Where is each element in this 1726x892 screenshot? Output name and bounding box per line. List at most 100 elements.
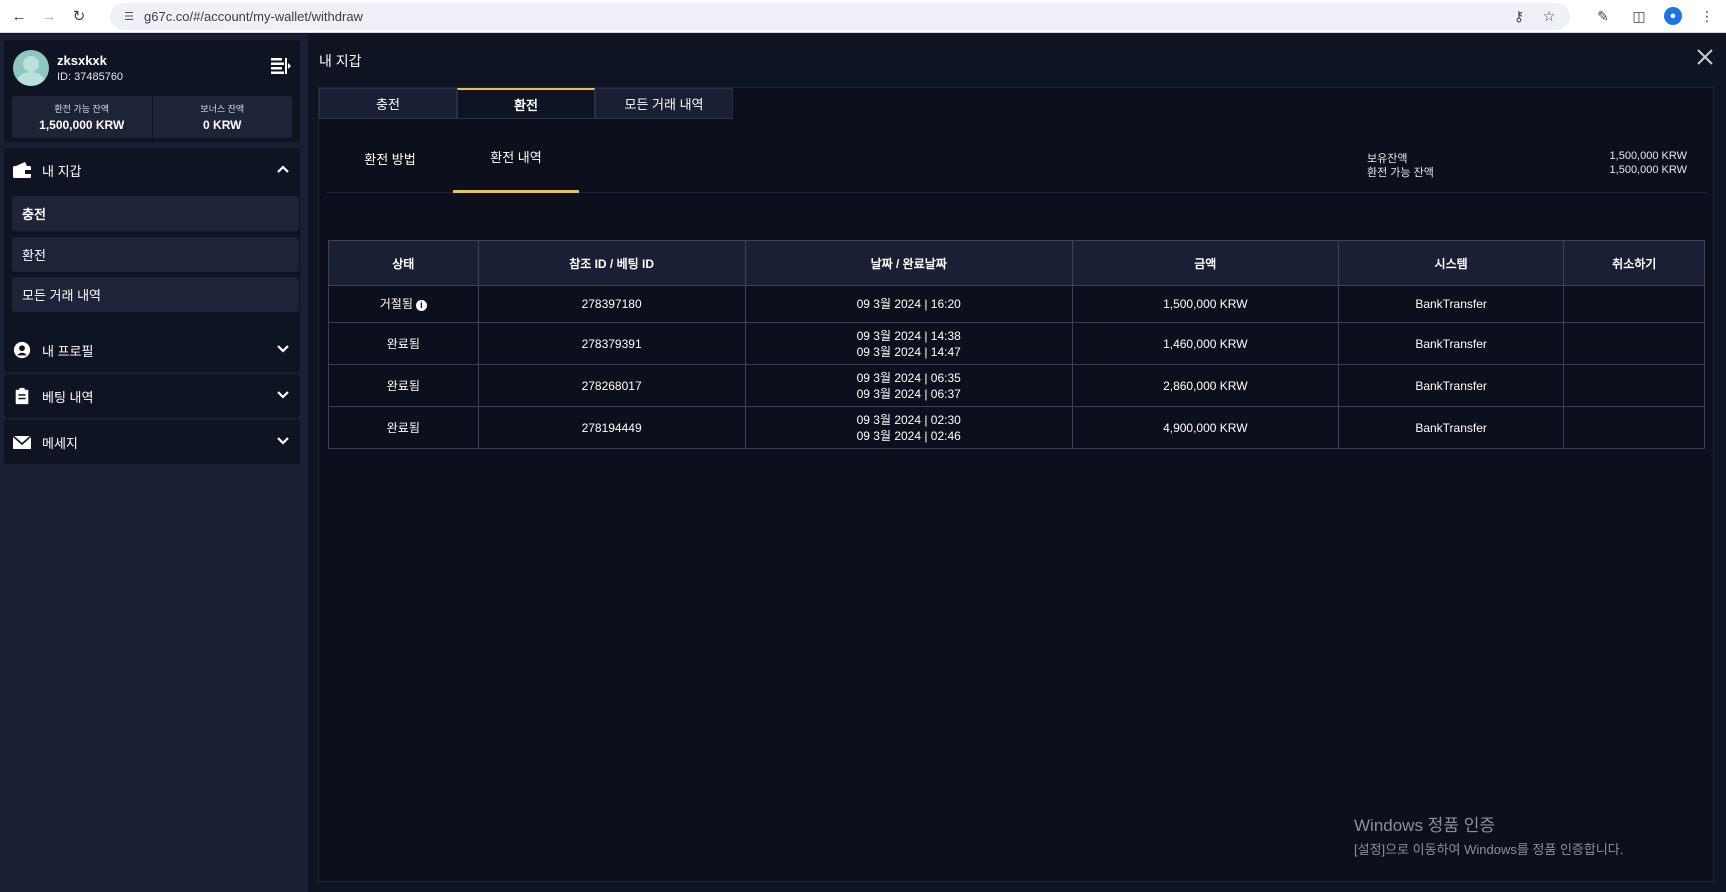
menu-messages-label: 메세지: [42, 435, 78, 451]
chevron-down-icon[interactable]: [276, 342, 290, 356]
reference-id-cell: 278194449: [477, 406, 746, 449]
amount-cell: 4,900,000 KRW: [1071, 406, 1339, 449]
chevron-up-icon[interactable]: [276, 162, 290, 176]
menu-messages-header[interactable]: 메세지: [4, 420, 300, 464]
request-date: 09 3월 2024 | 14:38: [856, 328, 961, 343]
user-id: ID: 37485760: [57, 71, 124, 83]
info-icon[interactable]: i: [415, 300, 427, 311]
tab-deposit[interactable]: 충전: [319, 88, 457, 119]
windows-activation-watermark: Windows 정품 인증 [설정]으로 이동하여 Windows를 정품 인증…: [1354, 811, 1623, 858]
menu-betting-label: 베팅 내역: [42, 389, 94, 405]
username: zksxkxk: [57, 53, 107, 68]
held-balance-value: 1,500,000 KRW: [1609, 150, 1687, 162]
held-balance-row: 보유잔액 1,500,000 KRW: [1367, 150, 1687, 165]
browser-toolbar: ← → ↻ ☰ g67c.co/#/account/my-wallet/with…: [0, 0, 1726, 33]
col-cancel: 취소하기: [1563, 240, 1705, 286]
withdraw-history-table: 상태 참조 ID / 베팅 ID 날짜 / 완료날짜 금액 시스템 취소하기 거…: [328, 240, 1705, 449]
clipboard-icon: [15, 387, 29, 405]
extensions-icon[interactable]: ✎: [1592, 5, 1614, 27]
withdrawable-balance-label: 환전 가능 잔액: [54, 104, 110, 114]
side-panel-icon[interactable]: ◫: [1628, 5, 1650, 27]
system-cell: BankTransfer: [1337, 364, 1565, 407]
forward-icon[interactable]: →: [38, 5, 60, 27]
cancel-cell: [1563, 406, 1705, 449]
chevron-down-icon[interactable]: [276, 388, 290, 402]
amount-cell: 2,860,000 KRW: [1071, 364, 1339, 407]
date-cell: 09 3월 2024 | 06:35 09 3월 2024 | 06:37: [744, 364, 1073, 407]
bonus-balance-value: 0 KRW: [203, 118, 242, 132]
cancel-cell: [1563, 322, 1705, 365]
withdrawable-balance-value: 1,500,000 KRW: [39, 118, 125, 132]
back-icon[interactable]: ←: [8, 5, 30, 27]
system-cell: BankTransfer: [1337, 322, 1565, 365]
subtab-withdraw-history[interactable]: 환전 내역: [453, 123, 579, 193]
reference-id-cell: 278379391: [477, 322, 746, 365]
date-cell: 09 3월 2024 | 16:20: [744, 285, 1073, 323]
amount-cell: 1,500,000 KRW: [1071, 285, 1339, 323]
menu-profile-header[interactable]: 내 프로필: [4, 328, 300, 372]
cancel-cell: [1563, 285, 1705, 323]
wallet-tabs: 충전 환전 모든 거래 내역: [319, 88, 733, 119]
date-cell: 09 3월 2024 | 02:30 09 3월 2024 | 02:46: [744, 406, 1073, 449]
completion-date: 09 3월 2024 | 06:37: [856, 386, 961, 401]
collapse-sidebar-icon[interactable]: [270, 56, 292, 76]
table-header-row: 상태 참조 ID / 베팅 ID 날짜 / 완료날짜 금액 시스템 취소하기: [328, 240, 1705, 286]
balance-info: 보유잔액 1,500,000 KRW 환전 가능 잔액 1,500,000 KR…: [1367, 150, 1687, 179]
reference-id-cell: 278397180: [477, 285, 746, 323]
profile-icon[interactable]: ●: [1664, 7, 1682, 25]
more-menu-icon[interactable]: ⋮: [1696, 5, 1718, 27]
subtab-withdraw-method[interactable]: 환전 방법: [327, 123, 453, 193]
address-bar[interactable]: ☰ g67c.co/#/account/my-wallet/withdraw ⚷…: [110, 3, 1570, 30]
tab-all-transactions[interactable]: 모든 거래 내역: [595, 88, 733, 119]
col-date: 날짜 / 완료날짜: [744, 240, 1073, 286]
status-text: 거절됨: [379, 297, 413, 311]
menu-profile-label: 내 프로필: [42, 343, 94, 359]
completion-date: 09 3월 2024 | 02:46: [856, 428, 961, 443]
date-cell: 09 3월 2024 | 14:38 09 3월 2024 | 14:47: [744, 322, 1073, 365]
watermark-subtitle: [설정]으로 이동하여 Windows를 정품 인증합니다.: [1354, 842, 1624, 857]
password-key-icon[interactable]: ⚷: [1510, 7, 1528, 25]
system-cell: BankTransfer: [1337, 285, 1565, 323]
withdrawable-value: 1,500,000 KRW: [1609, 164, 1687, 176]
close-icon[interactable]: [1696, 48, 1714, 66]
tab-withdraw[interactable]: 환전: [457, 88, 595, 119]
status-cell: 완료됨: [328, 406, 479, 449]
url-text[interactable]: g67c.co/#/account/my-wallet/withdraw: [144, 9, 363, 24]
menu-wallet: 내 지갑 충전 환전 모든 거래 내역: [4, 148, 300, 338]
menu-betting-header[interactable]: 베팅 내역: [4, 374, 300, 418]
cancel-cell: [1563, 364, 1705, 407]
status-cell: 거절됨 i: [328, 285, 479, 323]
bonus-balance: 보너스 잔액 0 KRW: [151, 96, 293, 138]
col-amount: 금액: [1071, 240, 1339, 286]
account-sidebar: zksxkxk ID: 37485760 환전 가능 잔액 1,500,000 …: [0, 34, 308, 892]
chevron-down-icon[interactable]: [276, 434, 290, 448]
wallet-main: 내 지갑 충전 환전 모든 거래 내역 환전 방법 환전 내역 보유잔액 1,5…: [308, 34, 1726, 892]
menu-messages: 메세지: [4, 420, 300, 464]
withdrawable-balance-row: 환전 가능 잔액 1,500,000 KRW: [1367, 164, 1687, 179]
bonus-balance-label: 보너스 잔액: [200, 104, 245, 114]
user-circle-icon: [13, 341, 31, 359]
status-cell: 완료됨: [328, 322, 479, 365]
sidebar-item-all-transactions[interactable]: 모든 거래 내역: [12, 277, 299, 312]
sidebar-item-withdraw[interactable]: 환전: [12, 237, 299, 272]
balance-summary: 환전 가능 잔액 1,500,000 KRW 보너스 잔액 0 KRW: [12, 96, 292, 138]
withdrawable-label: 환전 가능 잔액: [1367, 167, 1434, 179]
profile-card: zksxkxk ID: 37485760 환전 가능 잔액 1,500,000 …: [4, 40, 300, 142]
sidebar-item-deposit[interactable]: 충전: [12, 196, 299, 231]
table-row: 완료됨 278194449 09 3월 2024 | 02:30 09 3월 20…: [328, 406, 1705, 449]
col-system: 시스템: [1337, 240, 1565, 286]
menu-profile: 내 프로필: [4, 328, 300, 372]
col-status: 상태: [328, 240, 479, 286]
table-row: 거절됨 i 278397180 09 3월 2024 | 16:20 1,500,…: [328, 285, 1705, 323]
avatar: [13, 50, 49, 86]
envelope-icon: [12, 435, 32, 449]
menu-wallet-label: 내 지갑: [42, 163, 82, 179]
reload-icon[interactable]: ↻: [68, 5, 90, 27]
request-date: 09 3월 2024 | 16:20: [856, 297, 961, 311]
menu-wallet-header[interactable]: 내 지갑: [4, 148, 300, 192]
site-settings-icon[interactable]: ☰: [122, 10, 136, 24]
request-date: 09 3월 2024 | 06:35: [856, 370, 961, 385]
status-cell: 완료됨: [328, 364, 479, 407]
bookmark-star-icon[interactable]: ☆: [1540, 7, 1558, 25]
held-balance-label: 보유잔액: [1367, 153, 1408, 165]
